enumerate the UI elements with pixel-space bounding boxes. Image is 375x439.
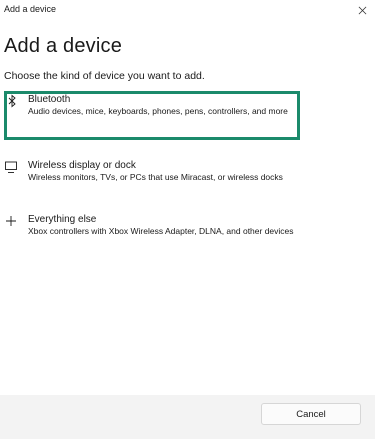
dialog-heading: Add a device bbox=[4, 35, 123, 57]
dialog-subtitle: Choose the kind of device you want to ad… bbox=[4, 70, 205, 82]
monitor-icon bbox=[5, 161, 17, 173]
window-title: Add a device bbox=[4, 4, 57, 14]
option-wireless-display[interactable]: Wireless display or dock Wireless monito… bbox=[4, 158, 300, 207]
option-everything-else-description: Xbox controllers with Xbox Wireless Adap… bbox=[28, 226, 294, 236]
option-wireless-display-description: Wireless monitors, TVs, or PCs that use … bbox=[28, 172, 283, 182]
option-bluetooth-description: Audio devices, mice, keyboards, phones, … bbox=[28, 106, 288, 116]
cancel-button[interactable]: Cancel bbox=[261, 403, 361, 425]
add-device-window: Add a device Add a device Choose the kin… bbox=[0, 0, 375, 439]
option-everything-else-label: Everything else bbox=[28, 214, 97, 225]
title-bar: Add a device bbox=[0, 0, 375, 20]
option-bluetooth-label: Bluetooth bbox=[28, 94, 71, 105]
option-wireless-display-label: Wireless display or dock bbox=[28, 160, 136, 171]
close-button[interactable] bbox=[349, 0, 375, 20]
dialog-footer: Cancel bbox=[0, 395, 375, 439]
close-icon bbox=[358, 6, 366, 14]
option-bluetooth[interactable]: Bluetooth Audio devices, mice, keyboards… bbox=[4, 91, 300, 140]
option-everything-else[interactable]: Everything else Xbox controllers with Xb… bbox=[4, 212, 300, 261]
bluetooth-icon bbox=[8, 94, 16, 108]
plus-icon bbox=[6, 216, 16, 226]
